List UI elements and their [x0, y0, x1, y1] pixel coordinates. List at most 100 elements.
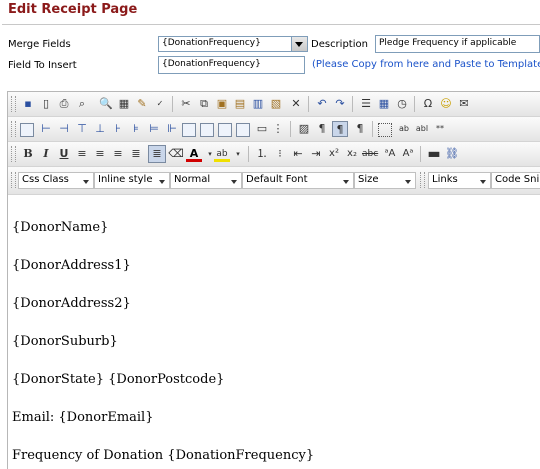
insert-row-below-icon[interactable]: ⊣: [56, 121, 72, 137]
insert-time-icon[interactable]: ◷: [394, 96, 410, 112]
indent-icon[interactable]: ⇥: [308, 146, 324, 162]
paste-html-icon[interactable]: ▧: [268, 96, 284, 112]
align-left-icon[interactable]: ≡: [74, 146, 90, 162]
content-line: {DonorAddress2}: [12, 296, 131, 311]
paragraph-format-dropdown[interactable]: Normal: [170, 172, 242, 189]
textfield-icon[interactable]: abl: [414, 121, 430, 137]
font-shrink-icon[interactable]: Aᵃ: [400, 146, 416, 162]
subscript-icon[interactable]: x₂: [344, 146, 360, 162]
insert-column-left-icon[interactable]: ⊤: [74, 121, 90, 137]
print-preview-icon[interactable]: ⌕: [74, 96, 90, 112]
cut-icon[interactable]: ✂: [178, 96, 194, 112]
unordered-list-icon[interactable]: ⁝: [272, 146, 288, 162]
redo-icon[interactable]: ↷: [332, 96, 348, 112]
strikethrough-icon[interactable]: abc: [362, 146, 378, 162]
copy-paste-note: (Please Copy from here and Paste to Temp…: [312, 59, 540, 70]
justify-none-icon[interactable]: ≣: [148, 145, 166, 163]
toolbar-separator: [308, 96, 309, 112]
page-title: Edit Receipt Page: [8, 2, 138, 17]
paragraph-ltr-icon[interactable]: ¶: [314, 121, 330, 137]
merge-cells-icon[interactable]: ⊨: [146, 121, 162, 137]
delete-icon[interactable]: ✕: [288, 96, 304, 112]
paste-icon[interactable]: ▣: [214, 96, 230, 112]
column-properties-icon[interactable]: [236, 123, 250, 137]
ordered-list-icon[interactable]: ⒈: [254, 146, 270, 162]
insert-paragraph-icon[interactable]: ☰: [358, 96, 374, 112]
editor-toolbar-row-1: ▪ ▯ ⎙ ⌕ 🔍 ▦ ✎ ✓ ✂ ⧉ ▣ ▤ ▥ ▧ ✕ ↶ ↷ ☰ ▦ ◷ …: [8, 92, 540, 117]
insert-table-icon[interactable]: [20, 123, 34, 137]
toolbar-separator: [248, 146, 249, 162]
cell-properties-icon[interactable]: [200, 123, 214, 137]
code-snippets-dropdown[interactable]: Code Snip: [491, 172, 540, 189]
checkbox-icon[interactable]: ab: [396, 121, 412, 137]
image-manager-icon[interactable]: ▨: [296, 121, 312, 137]
row-properties-icon[interactable]: [218, 123, 232, 137]
font-size-dropdown[interactable]: Size: [354, 172, 416, 189]
spellcheck-icon[interactable]: ✓: [152, 96, 168, 112]
special-character-icon[interactable]: Ω: [420, 96, 436, 112]
toolbar-separator: [172, 96, 173, 112]
delete-column-icon[interactable]: ⊧: [128, 121, 144, 137]
paste-word-icon[interactable]: ▥: [250, 96, 266, 112]
justify-icon[interactable]: ≣: [128, 146, 144, 162]
page-break-icon[interactable]: ⋮: [270, 121, 286, 137]
table-properties-icon[interactable]: [182, 123, 196, 137]
chevron-down-icon[interactable]: ▾: [230, 146, 246, 162]
underline-icon[interactable]: U: [56, 146, 72, 162]
emoticon-icon[interactable]: ☺: [438, 96, 454, 112]
toolbar-grip: [11, 96, 16, 112]
copy-icon[interactable]: ⧉: [196, 96, 212, 112]
css-class-dropdown[interactable]: Css Class: [18, 172, 94, 189]
insert-column-right-icon[interactable]: ⊥: [92, 121, 108, 137]
new-document-icon[interactable]: ▯: [38, 96, 54, 112]
clean-format-icon[interactable]: ✎: [134, 96, 150, 112]
link-icon[interactable]: ⛓: [444, 146, 460, 162]
paragraph-rtl-icon[interactable]: ¶: [332, 121, 348, 137]
print-icon[interactable]: ⎙: [56, 96, 72, 112]
font-dropdown[interactable]: Default Font: [242, 172, 354, 189]
links-dropdown[interactable]: Links: [428, 172, 491, 189]
inline-style-dropdown[interactable]: Inline style: [94, 172, 170, 189]
horizontal-rule-icon[interactable]: ▭: [254, 121, 270, 137]
more-icon[interactable]: ✉: [456, 96, 472, 112]
toolbar-separator: [372, 121, 373, 137]
field-to-insert-input[interactable]: {DonationFrequency}: [158, 56, 305, 74]
save-icon[interactable]: ▪: [20, 96, 36, 112]
title-divider: [2, 24, 540, 25]
toolbar-separator: [414, 96, 415, 112]
rich-text-editor: ▪ ▯ ⎙ ⌕ 🔍 ▦ ✎ ✓ ✂ ⧉ ▣ ▤ ▥ ▧ ✕ ↶ ↷ ☰ ▦ ◷ …: [7, 91, 540, 469]
undo-icon[interactable]: ↶: [314, 96, 330, 112]
superscript-icon[interactable]: x²: [326, 146, 342, 162]
toolbar-grip: [420, 172, 425, 188]
insert-date-icon[interactable]: ▦: [376, 96, 392, 112]
merge-fields-select[interactable]: {DonationFrequency}: [158, 36, 308, 52]
replace-icon[interactable]: ▦: [116, 96, 132, 112]
delete-row-icon[interactable]: ⊦: [110, 121, 126, 137]
description-field[interactable]: Pledge Frequency if applicable: [375, 35, 540, 53]
font-grow-icon[interactable]: ᵃA: [382, 146, 398, 162]
chevron-down-icon[interactable]: [291, 37, 307, 51]
paste-text-icon[interactable]: ▤: [232, 96, 248, 112]
field-to-insert-label: Field To Insert: [8, 60, 77, 71]
italic-icon[interactable]: I: [38, 146, 54, 162]
find-icon[interactable]: 🔍: [98, 96, 114, 112]
align-right-icon[interactable]: ≡: [110, 146, 126, 162]
password-icon[interactable]: **: [432, 121, 448, 137]
show-blocks-icon[interactable]: ¶: [352, 121, 368, 137]
eraser-icon[interactable]: ⌫: [168, 146, 184, 162]
editor-content-area[interactable]: {DonorName} {DonorAddress1} {DonorAddres…: [8, 195, 540, 469]
split-cells-icon[interactable]: ⊩: [164, 121, 180, 137]
content-line: Frequency of Donation {DonationFrequency…: [12, 448, 315, 463]
bold-icon[interactable]: B: [20, 146, 36, 162]
form-icon[interactable]: [378, 123, 392, 137]
horizontal-line-icon[interactable]: ▬: [426, 146, 442, 162]
description-label: Description: [311, 39, 368, 50]
insert-row-above-icon[interactable]: ⊢: [38, 121, 54, 137]
toolbar-grip: [11, 172, 16, 188]
merge-fields-label: Merge Fields: [8, 39, 71, 50]
highlight-color-icon[interactable]: ab: [214, 146, 230, 162]
font-color-icon[interactable]: A: [186, 146, 202, 162]
toolbar-grip: [11, 146, 16, 162]
outdent-icon[interactable]: ⇤: [290, 146, 306, 162]
align-center-icon[interactable]: ≡: [92, 146, 108, 162]
